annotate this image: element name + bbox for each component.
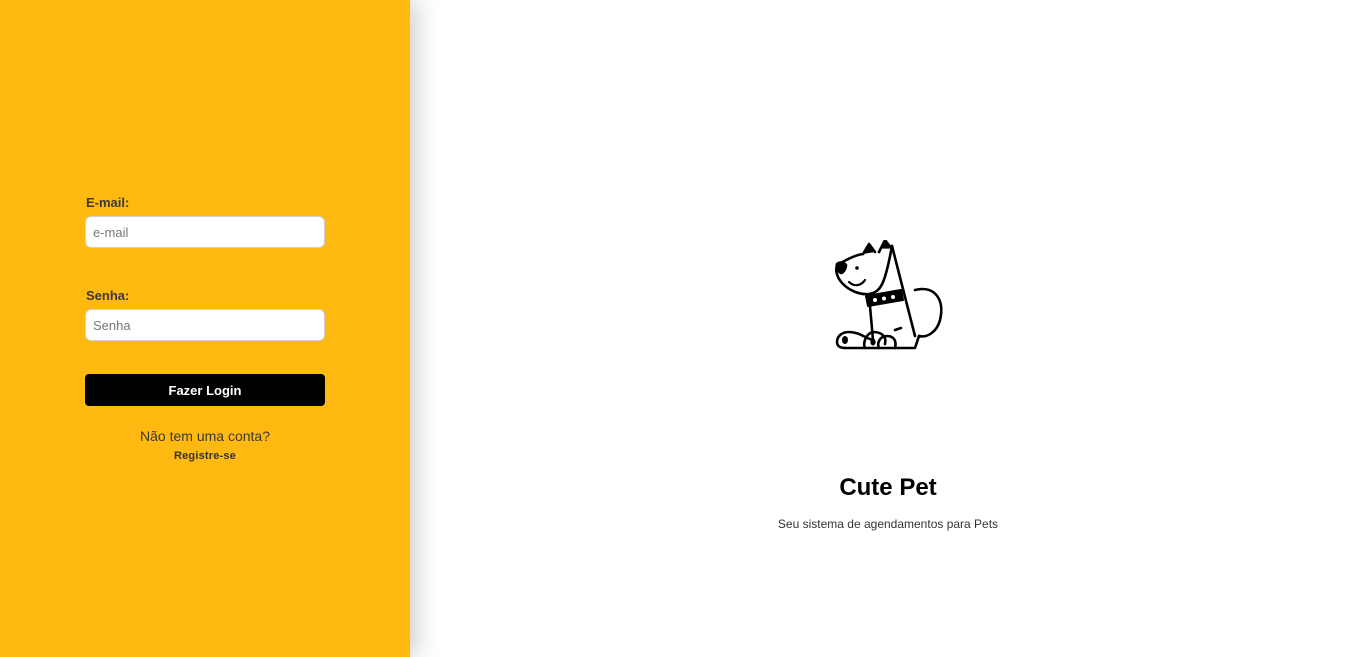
dog-icon [834,238,947,352]
brand-panel: Cute Pet Seu sistema de agendamentos par… [410,0,1366,657]
email-group: E-mail: [85,195,325,248]
password-label: Senha: [86,288,130,303]
password-input[interactable] [85,309,325,341]
email-input[interactable] [85,216,325,248]
email-label: E-mail: [86,195,130,210]
signup-question: Não tem uma conta? [140,428,270,444]
login-button[interactable]: Fazer Login [85,374,325,406]
brand-title: Cute Pet [839,474,937,501]
password-group: Senha: [85,288,325,341]
signup-link[interactable]: Registre-se [85,450,325,462]
signup-section: Não tem uma conta? Registre-se [85,428,325,462]
brand-subtitle: Seu sistema de agendamentos para Pets [777,517,999,531]
login-panel: E-mail: Senha: Fazer Login Não tem uma c… [0,0,410,657]
login-form: E-mail: Senha: Fazer Login Não tem uma c… [85,195,325,462]
